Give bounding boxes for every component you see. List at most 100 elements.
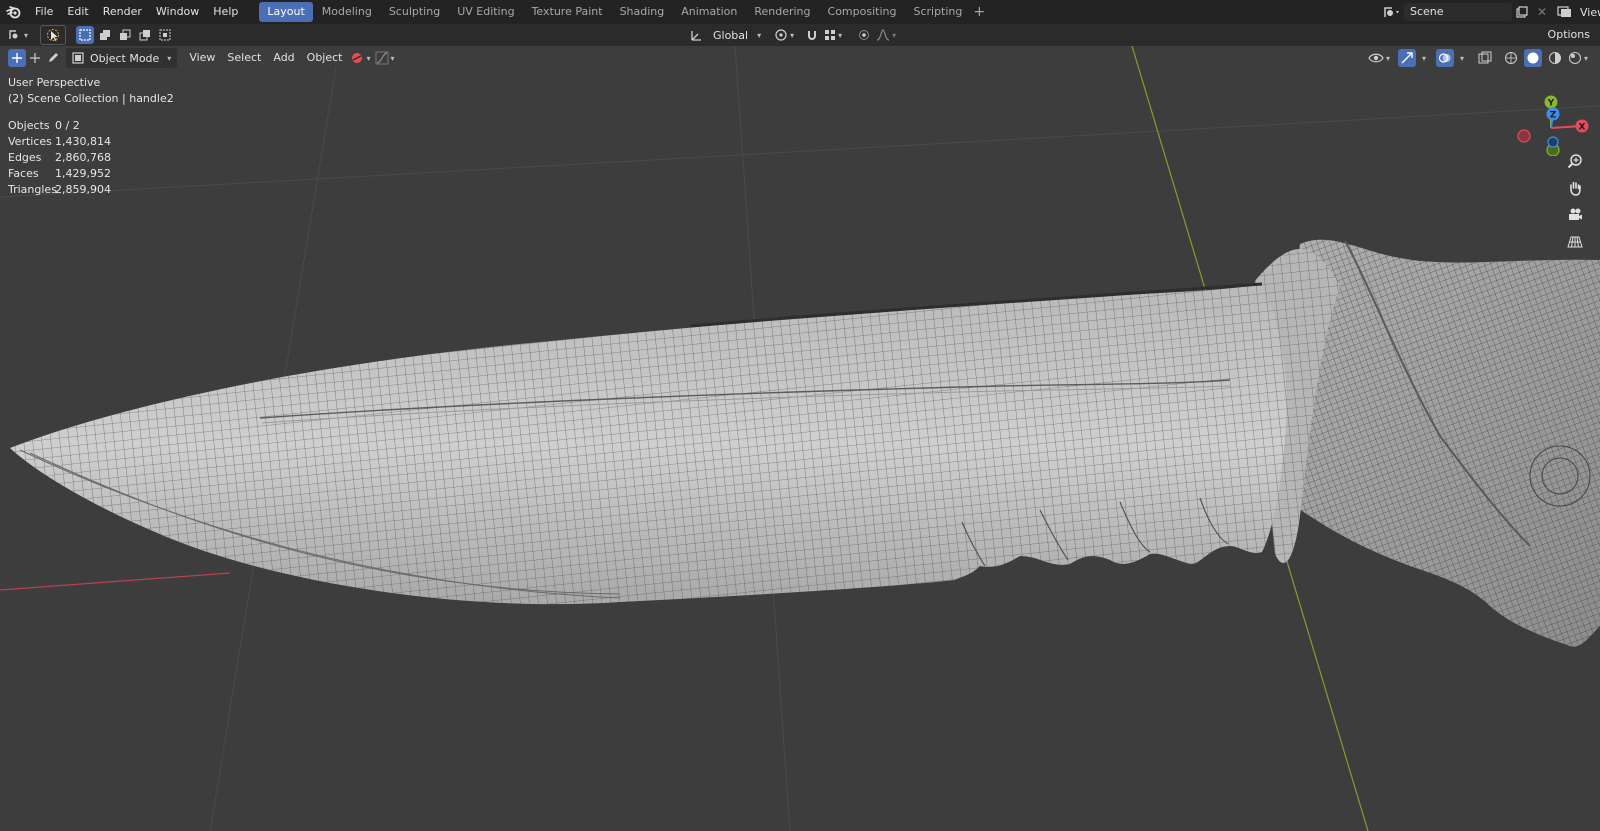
overlay-icon[interactable]	[1435, 49, 1454, 67]
delete-scene-icon[interactable]: ✕	[1532, 2, 1552, 22]
shading-rendered-icon[interactable]: ▾	[1568, 49, 1588, 67]
new-scene-icon[interactable]	[1512, 2, 1532, 22]
transform-pivot-icon[interactable]: ▾	[774, 26, 794, 44]
scene-statistics: Objects 0 / 2 Vertices 1,430,814 Edges 2,86…	[8, 118, 111, 198]
shading-material-icon[interactable]	[1546, 49, 1564, 67]
stat-label: Vertices	[8, 135, 52, 148]
navigation-gizmo[interactable]: X Y Z	[1510, 76, 1590, 156]
pan-hand-icon[interactable]	[1564, 177, 1586, 199]
menu-window[interactable]: Window	[149, 0, 206, 24]
orientation-chevron-down-icon[interactable]: ▾	[757, 31, 761, 40]
knife-blade-mesh	[10, 282, 1287, 605]
tab-texture-paint[interactable]: Texture Paint	[524, 2, 611, 22]
select-tool-icon[interactable]	[40, 25, 67, 45]
menu-file[interactable]: File	[28, 0, 60, 24]
tab-compositing[interactable]: Compositing	[820, 2, 905, 22]
stat-label: Objects	[8, 119, 50, 132]
stat-row-faces: Faces 1,429,952	[8, 166, 111, 182]
object-mode-label: Object Mode	[90, 51, 160, 65]
move-gizmo-icon[interactable]	[26, 49, 44, 67]
menu-render[interactable]: Render	[96, 0, 149, 24]
stat-label: Faces	[8, 167, 39, 180]
curve-falloff-icon[interactable]: ▾	[375, 49, 395, 67]
workspace-tabs: Layout Modeling Sculpting UV Editing Tex…	[259, 0, 987, 24]
object-mode-chevron-down-icon: ▾	[167, 53, 172, 63]
zoom-icon[interactable]	[1564, 150, 1586, 172]
gizmo-x-label: X	[1579, 123, 1586, 133]
transform-orientation: Global ▾ ▾ ▾ ▾	[688, 24, 896, 46]
menu-help[interactable]: Help	[206, 0, 245, 24]
transform-select-icon[interactable]	[8, 49, 26, 67]
visibility-icon[interactable]: ▾	[1368, 49, 1390, 67]
stat-value: 1,430,814	[55, 135, 111, 148]
stat-value: 2,859,904	[55, 183, 111, 196]
tab-rendering[interactable]: Rendering	[746, 2, 818, 22]
shading-wire-icon[interactable]	[1502, 49, 1520, 67]
menu-select[interactable]: Select	[221, 48, 267, 68]
transform-orientation-icon[interactable]	[688, 26, 706, 44]
gizmo-toggle-icon[interactable]	[1397, 49, 1416, 67]
viewport-display-controls: ▾ ▾ ▾ ▾	[1368, 46, 1588, 70]
stat-label: Edges	[8, 151, 42, 164]
orientation-dropdown[interactable]: Global	[709, 29, 752, 42]
object-mode-icon	[72, 52, 84, 64]
object-mode-dropdown[interactable]: Object Mode ▾	[66, 48, 178, 68]
stat-value: 2,860,768	[55, 151, 111, 164]
menu-add[interactable]: Add	[267, 48, 300, 68]
blender-logo-icon[interactable]	[0, 0, 28, 24]
gizmo-neg-x[interactable]	[1517, 129, 1531, 143]
viewport-nav-tools	[1564, 150, 1586, 253]
snap-target-icon[interactable]: ▾	[824, 26, 842, 44]
tab-modeling[interactable]: Modeling	[314, 2, 380, 22]
camera-icon[interactable]	[1564, 204, 1586, 226]
tab-sculpting[interactable]: Sculpting	[381, 2, 448, 22]
menu-edit[interactable]: Edit	[60, 0, 95, 24]
tab-animation[interactable]: Animation	[673, 2, 745, 22]
add-workspace-button[interactable]: +	[971, 2, 987, 22]
gizmo-neg-z[interactable]	[1547, 136, 1559, 148]
gizmo-z-label: Z	[1550, 111, 1557, 121]
tab-layout[interactable]: Layout	[259, 2, 313, 22]
collection-info: (2) Scene Collection | handle2	[8, 92, 174, 105]
stat-value: 1,429,952	[55, 167, 111, 180]
grid-perspective-icon[interactable]	[1564, 231, 1586, 253]
tab-scripting[interactable]: Scripting	[905, 2, 970, 22]
select-intersect-icon[interactable]	[156, 26, 174, 44]
menu-object[interactable]: Object	[301, 48, 349, 68]
falloff-curve-icon[interactable]: ▾	[876, 26, 896, 44]
editor-type-icon[interactable]: ▾	[8, 26, 28, 44]
main-menu: File Edit Render Window Help	[28, 0, 245, 24]
gizmo-chevron-down-icon[interactable]: ▾	[1422, 54, 1426, 63]
menu-view[interactable]: View	[183, 48, 221, 68]
gizmo-y-label: Y	[1547, 99, 1555, 109]
select-extend-icon[interactable]	[96, 26, 114, 44]
tool-settings-bar: ▾ Global ▾ ▾ ▾ ▾ Options	[0, 24, 1600, 46]
options-dropdown[interactable]: Options	[1548, 24, 1590, 46]
global-material-icon[interactable]: ▾	[350, 49, 371, 67]
annotate-icon[interactable]	[44, 49, 62, 67]
stat-row-objects: Objects 0 / 2	[8, 118, 111, 134]
view-layer-icon[interactable]	[1552, 2, 1578, 22]
view-layer-field[interactable]: View	[1578, 6, 1600, 19]
x-axis-line	[0, 572, 231, 591]
overlay-chevron-down-icon[interactable]: ▾	[1460, 54, 1464, 63]
scene-name-field[interactable]: Scene	[1404, 3, 1512, 21]
tab-uv-editing[interactable]: UV Editing	[449, 2, 522, 22]
tab-shading[interactable]: Shading	[612, 2, 673, 22]
stat-label: Triangles	[8, 183, 57, 196]
3d-viewport[interactable]: Object Mode ▾ View Select Add Object ▾ ▾…	[0, 46, 1600, 831]
proportional-edit-icon[interactable]	[855, 26, 873, 44]
view-name: User Perspective	[8, 76, 101, 89]
stat-row-edges: Edges 2,860,768	[8, 150, 111, 166]
stat-value: 0 / 2	[55, 119, 80, 132]
xray-icon[interactable]	[1476, 49, 1494, 67]
box-select-mode-icons	[76, 26, 174, 44]
scene-icon[interactable]	[1378, 2, 1404, 22]
stat-row-vertices: Vertices 1,430,814	[8, 134, 111, 150]
shading-solid-icon[interactable]	[1523, 49, 1542, 67]
select-new-icon[interactable]	[76, 26, 95, 44]
snap-icon[interactable]	[803, 26, 821, 44]
stat-row-triangles: Triangles 2,859,904	[8, 182, 111, 198]
select-invert-icon[interactable]	[136, 26, 154, 44]
select-subtract-icon[interactable]	[116, 26, 134, 44]
